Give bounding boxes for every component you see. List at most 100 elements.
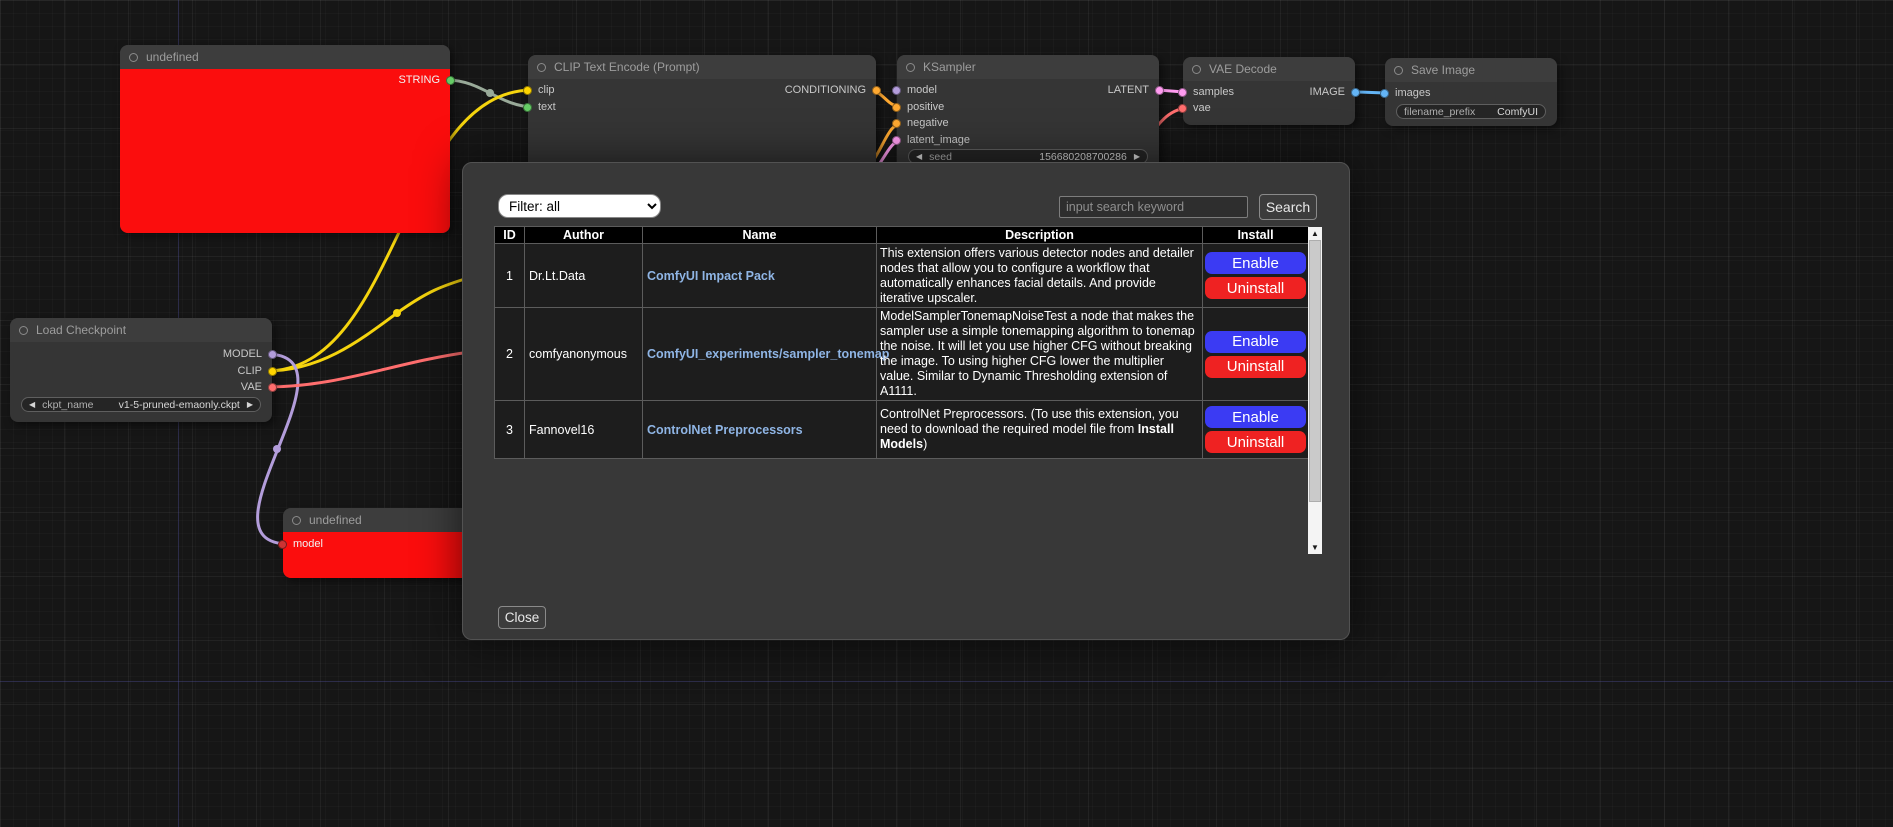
- input-dot-latent-image[interactable]: [892, 136, 901, 145]
- table-scrollbar[interactable]: ▲ ▼: [1308, 227, 1322, 554]
- collapse-dot-icon[interactable]: [1394, 66, 1403, 75]
- increment-arrow-icon[interactable]: ▶: [247, 401, 253, 409]
- input-dot-vae[interactable]: [1178, 104, 1187, 113]
- output-label: LATENT: [1108, 84, 1149, 96]
- ext-author: Fannovel16: [525, 401, 643, 459]
- input-dot-model[interactable]: [278, 540, 287, 549]
- input-dot-text[interactable]: [523, 103, 532, 112]
- header-name: Name: [643, 227, 877, 244]
- collapse-dot-icon[interactable]: [906, 63, 915, 72]
- link-midpoint-dot: [273, 445, 281, 453]
- uninstall-button[interactable]: Uninstall: [1205, 431, 1306, 453]
- node-undefined-bottom[interactable]: undefined model: [283, 508, 470, 578]
- collapse-dot-icon[interactable]: [537, 63, 546, 72]
- node-undefined-top[interactable]: undefined STRING: [120, 45, 450, 233]
- table-row: 1 Dr.Lt.Data ComfyUI Impact Pack This ex…: [495, 244, 1309, 308]
- ext-id: 2: [495, 308, 525, 401]
- input-label: model: [293, 538, 323, 550]
- scroll-up-arrow-icon[interactable]: ▲: [1308, 227, 1322, 240]
- output-label: CLIP: [238, 365, 262, 377]
- output-dot-conditioning[interactable]: [872, 86, 881, 95]
- desc-text: ModelSamplerTonemapNoiseTest a node that…: [880, 309, 1195, 398]
- node-clip-text-encode[interactable]: CLIP Text Encode (Prompt) clip text COND…: [528, 55, 876, 179]
- node-title: Save Image: [1411, 63, 1475, 77]
- uninstall-button[interactable]: Uninstall: [1205, 277, 1306, 299]
- desc-post-text: ): [923, 437, 927, 451]
- collapse-dot-icon[interactable]: [19, 326, 28, 335]
- node-ksampler[interactable]: KSampler model positive negative latent_…: [897, 55, 1159, 179]
- output-dot-string[interactable]: [446, 76, 455, 85]
- filter-select[interactable]: Filter: all: [498, 194, 661, 218]
- uninstall-button[interactable]: Uninstall: [1205, 356, 1306, 378]
- ext-name-link[interactable]: ComfyUI Impact Pack: [647, 269, 775, 283]
- decrement-arrow-icon[interactable]: ◀: [29, 401, 35, 409]
- collapse-dot-icon[interactable]: [292, 516, 301, 525]
- ext-id: 1: [495, 244, 525, 308]
- node-body-error: STRING: [120, 69, 450, 233]
- increment-arrow-icon[interactable]: ▶: [1134, 153, 1140, 161]
- node-header[interactable]: VAE Decode: [1183, 57, 1355, 81]
- enable-button[interactable]: Enable: [1205, 406, 1306, 428]
- node-vae-decode[interactable]: VAE Decode samples vae IMAGE: [1183, 57, 1355, 125]
- collapse-dot-icon[interactable]: [129, 53, 138, 62]
- output-label: VAE: [241, 381, 262, 393]
- header-install: Install: [1203, 227, 1309, 244]
- node-title: KSampler: [923, 60, 976, 74]
- input-dot-positive[interactable]: [892, 103, 901, 112]
- search-input[interactable]: [1059, 196, 1248, 218]
- node-header[interactable]: Save Image: [1385, 58, 1557, 82]
- scroll-down-arrow-icon[interactable]: ▼: [1308, 541, 1322, 554]
- filename-prefix-widget[interactable]: filename_prefix ComfyUI: [1396, 104, 1546, 119]
- ext-name-link[interactable]: ControlNet Preprocessors: [647, 423, 803, 437]
- enable-button[interactable]: Enable: [1205, 331, 1306, 353]
- input-label: latent_image: [907, 134, 970, 146]
- node-body: MODEL CLIP VAE ◀ ckpt_name v1-5-pruned-e…: [10, 342, 272, 422]
- scrollbar-thumb[interactable]: [1309, 240, 1321, 502]
- output-dot-vae[interactable]: [268, 383, 277, 392]
- output-dot-clip[interactable]: [268, 367, 277, 376]
- desc-text: This extension offers various detector n…: [880, 246, 1194, 305]
- node-save-image[interactable]: Save Image images filename_prefix ComfyU…: [1385, 58, 1557, 126]
- enable-button[interactable]: Enable: [1205, 252, 1306, 274]
- widget-value: v1-5-pruned-emaonly.ckpt: [119, 399, 240, 411]
- node-header[interactable]: undefined: [120, 45, 450, 69]
- input-dot-model[interactable]: [892, 86, 901, 95]
- ext-name-link[interactable]: ComfyUI_experiments/sampler_tonemap: [647, 347, 889, 361]
- node-body-error: model: [283, 532, 470, 578]
- output-dot-image[interactable]: [1351, 88, 1360, 97]
- node-header[interactable]: Load Checkpoint: [10, 318, 272, 342]
- node-title: VAE Decode: [1209, 62, 1277, 76]
- input-dot-negative[interactable]: [892, 119, 901, 128]
- ext-description: ModelSamplerTonemapNoiseTest a node that…: [877, 308, 1203, 401]
- node-load-checkpoint[interactable]: Load Checkpoint MODEL CLIP VAE ◀ ckpt_na…: [10, 318, 272, 422]
- ext-description: ControlNet Preprocessors. (To use this e…: [877, 401, 1203, 459]
- input-dot-clip[interactable]: [523, 86, 532, 95]
- output-dot-latent[interactable]: [1155, 86, 1164, 95]
- ckpt-name-widget[interactable]: ◀ ckpt_name v1-5-pruned-emaonly.ckpt ▶: [21, 397, 261, 412]
- node-header[interactable]: KSampler: [897, 55, 1159, 79]
- ext-author: Dr.Lt.Data: [525, 244, 643, 308]
- input-dot-images[interactable]: [1380, 89, 1389, 98]
- widget-name: ckpt_name: [42, 399, 93, 411]
- node-title: CLIP Text Encode (Prompt): [554, 60, 700, 74]
- node-title: undefined: [309, 513, 362, 527]
- input-label: clip: [538, 84, 555, 96]
- decrement-arrow-icon[interactable]: ◀: [916, 153, 922, 161]
- node-body: samples vae IMAGE: [1183, 81, 1355, 125]
- output-dot-model[interactable]: [268, 350, 277, 359]
- extensions-table: ID Author Name Description Install 1 Dr.…: [494, 226, 1309, 459]
- output-label: IMAGE: [1310, 86, 1345, 98]
- node-header[interactable]: undefined: [283, 508, 470, 532]
- collapse-dot-icon[interactable]: [1192, 65, 1201, 74]
- input-dot-samples[interactable]: [1178, 88, 1187, 97]
- close-button[interactable]: Close: [498, 606, 546, 629]
- desc-text: ControlNet Preprocessors. (To use this e…: [880, 407, 1179, 436]
- ext-install-cell: Enable Uninstall: [1203, 244, 1309, 308]
- ext-install-cell: Enable Uninstall: [1203, 308, 1309, 401]
- table-header-row: ID Author Name Description Install: [495, 227, 1309, 244]
- node-header[interactable]: CLIP Text Encode (Prompt): [528, 55, 876, 79]
- output-label: STRING: [398, 74, 440, 86]
- table-row: 2 comfyanonymous ComfyUI_experiments/sam…: [495, 308, 1309, 401]
- search-button[interactable]: Search: [1259, 194, 1317, 220]
- link-midpoint-dot: [393, 309, 401, 317]
